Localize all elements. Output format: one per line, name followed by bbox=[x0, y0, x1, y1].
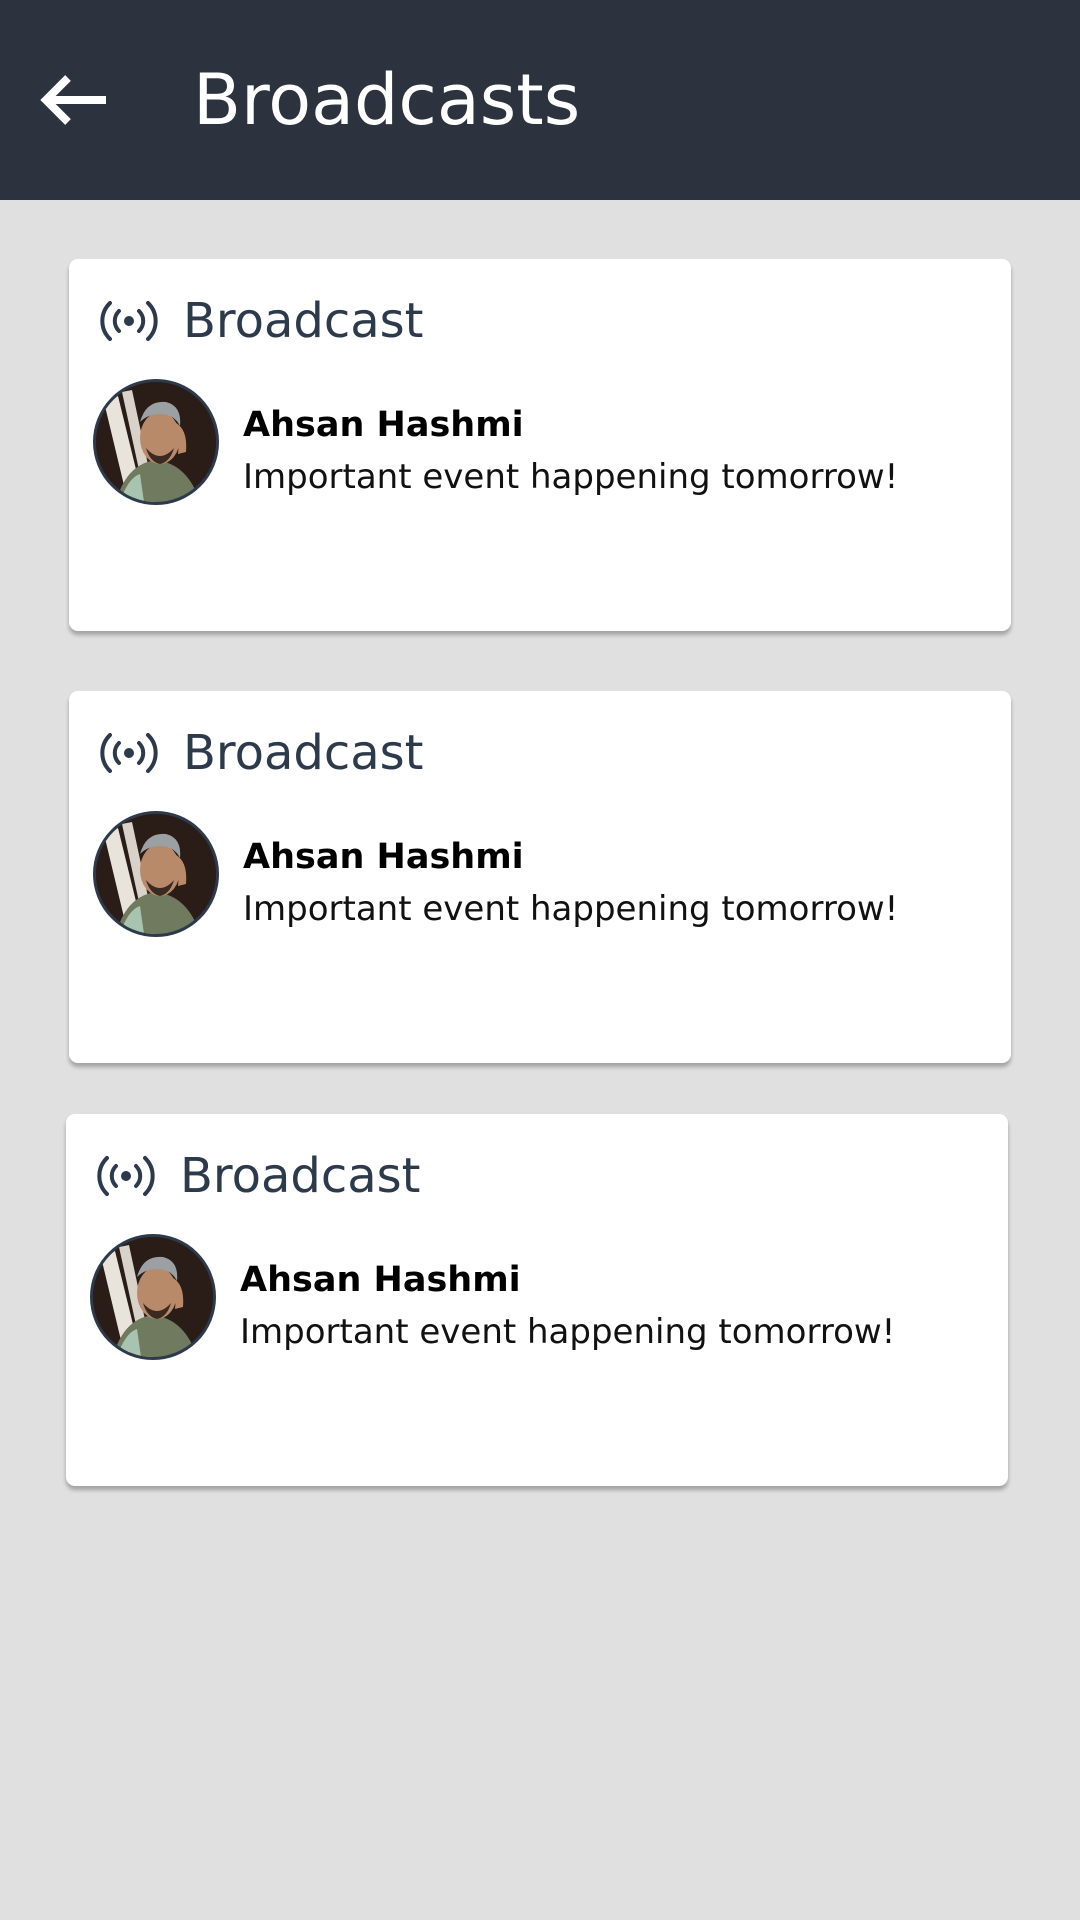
broadcast-card[interactable]: Broadcast Ahsan Hashmi Important event h… bbox=[69, 691, 1011, 1063]
author-name: Ahsan Hashmi bbox=[243, 405, 524, 445]
card-title: Broadcast bbox=[183, 725, 424, 781]
broadcast-icon bbox=[99, 730, 159, 776]
card-title: Broadcast bbox=[183, 293, 424, 349]
app-bar: Broadcasts bbox=[0, 0, 1080, 200]
broadcast-message: Important event happening tomorrow! bbox=[243, 457, 899, 497]
page-title: Broadcasts bbox=[193, 59, 581, 141]
author-name: Ahsan Hashmi bbox=[240, 1260, 521, 1300]
card-header: Broadcast bbox=[99, 285, 424, 357]
arrow-left-icon bbox=[40, 75, 106, 125]
card-header: Broadcast bbox=[96, 1140, 421, 1212]
author-name: Ahsan Hashmi bbox=[243, 837, 524, 877]
avatar[interactable] bbox=[90, 1234, 216, 1360]
avatar[interactable] bbox=[93, 811, 219, 937]
broadcast-card[interactable]: Broadcast Ahsan Hashmi Important event h… bbox=[69, 259, 1011, 631]
broadcast-message: Important event happening tomorrow! bbox=[243, 889, 899, 929]
avatar[interactable] bbox=[93, 379, 219, 505]
broadcast-icon bbox=[99, 298, 159, 344]
broadcast-icon bbox=[96, 1153, 156, 1199]
broadcast-message: Important event happening tomorrow! bbox=[240, 1312, 896, 1352]
back-button[interactable] bbox=[28, 60, 118, 140]
broadcast-card[interactable]: Broadcast Ahsan Hashmi Important event h… bbox=[66, 1114, 1008, 1486]
card-title: Broadcast bbox=[180, 1148, 421, 1204]
card-header: Broadcast bbox=[99, 717, 424, 789]
